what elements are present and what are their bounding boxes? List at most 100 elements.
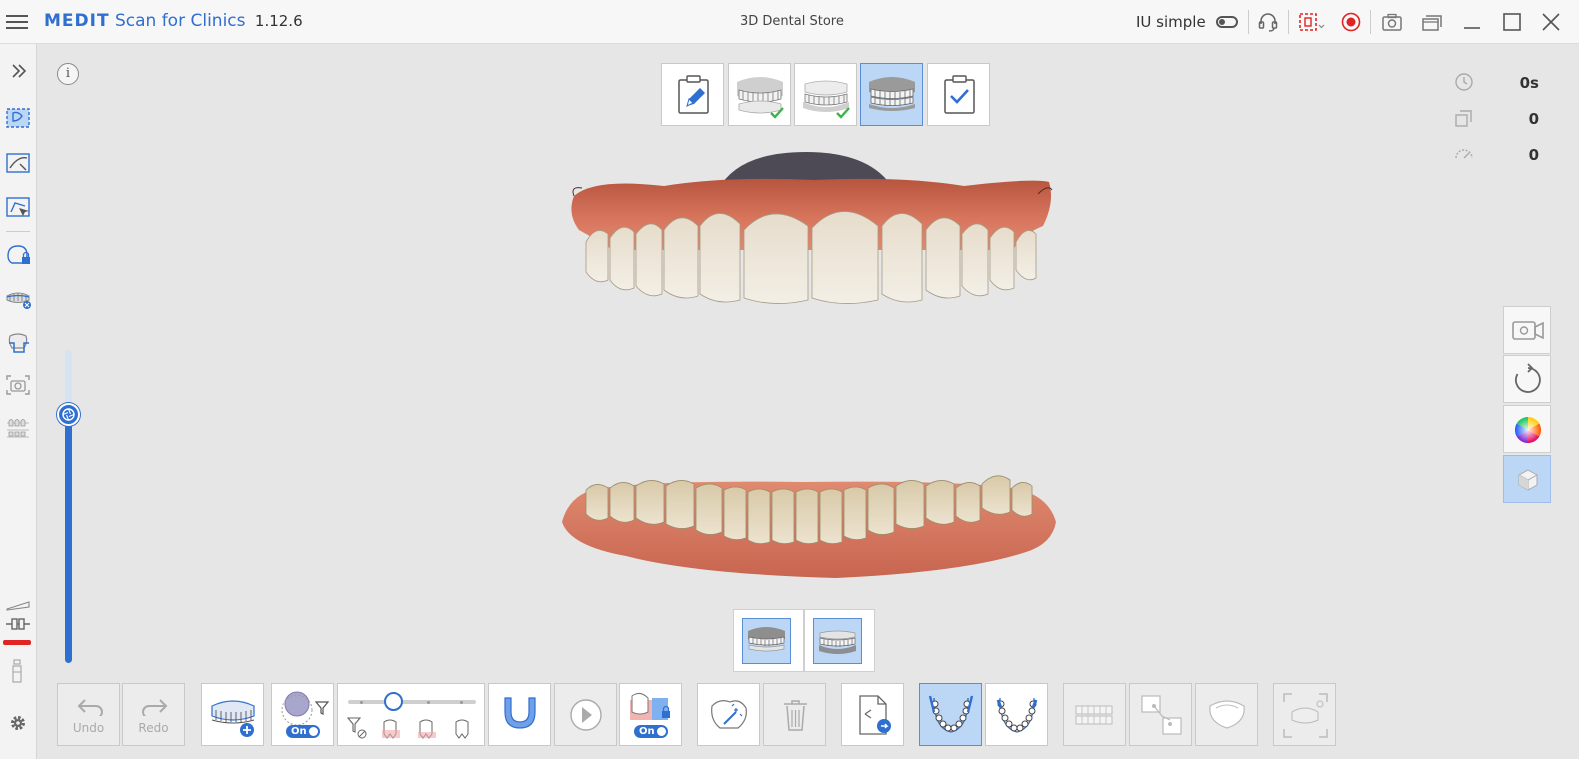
expand-sidebar-icon[interactable] [4, 58, 32, 84]
undo-arrow-icon [77, 699, 103, 716]
mandible-teeth-icon [803, 80, 850, 119]
app-version: 1.12.6 [254, 12, 303, 30]
add-scan-button[interactable] [201, 683, 264, 746]
minimize-icon[interactable] [1461, 12, 1483, 32]
rotate-button[interactable] [1503, 355, 1551, 403]
fit-view-icon [1283, 693, 1328, 738]
color-map-button[interactable] [1503, 405, 1551, 453]
delete-button[interactable] [763, 683, 826, 746]
bite-side-icon [1075, 705, 1113, 725]
margin-tooth-icon[interactable] [4, 330, 32, 356]
export-button[interactable] [841, 683, 904, 746]
hamburger-menu-icon[interactable] [6, 12, 28, 32]
smart-trim-button[interactable] [697, 683, 760, 746]
stage-maxilla[interactable] [728, 63, 791, 126]
bite-align-button[interactable] [1063, 683, 1126, 746]
lock-area-icon[interactable] [4, 242, 32, 268]
filter-level-icons [346, 717, 469, 739]
segment-upper-button[interactable] [733, 609, 804, 672]
lower-arch-icon [819, 630, 856, 654]
photo-capture-icon[interactable] [4, 372, 32, 398]
point-align-button[interactable] [1129, 683, 1192, 746]
close-icon[interactable] [1540, 12, 1562, 32]
screen-capture-area-icon[interactable] [1298, 12, 1326, 32]
mode-toggle[interactable] [1216, 16, 1238, 28]
stage-mandible[interactable] [794, 63, 857, 126]
undo-button[interactable]: Undo [57, 683, 120, 746]
filter-on-toggle[interactable]: On [286, 725, 320, 738]
play-icon [570, 699, 602, 731]
stage-occlusion[interactable] [860, 63, 923, 126]
upper-arch-icon [748, 627, 785, 652]
clipboard-check-icon [944, 75, 975, 114]
filter-level-knob[interactable] [384, 692, 403, 711]
bite-view-button[interactable] [1195, 683, 1258, 746]
add-teeth-icon [211, 700, 255, 737]
speed-value: 0 [1528, 146, 1539, 164]
tray-button[interactable] [488, 683, 551, 746]
slider-tick [360, 701, 363, 704]
scan-time-value: 0s [1519, 74, 1539, 92]
point-align-icon [1141, 695, 1182, 735]
teeth-reset-icon[interactable] [4, 286, 32, 312]
settings-gear-icon[interactable] [4, 710, 32, 736]
divider [1248, 10, 1249, 34]
redo-arrow-icon [142, 699, 168, 716]
connection-icon[interactable] [4, 614, 32, 640]
clipboard-edit-icon [678, 75, 709, 114]
title-bar: MEDIT Scan for Clinics 1.12.6 3D Dental … [0, 0, 1579, 44]
maximize-icon[interactable] [1501, 12, 1523, 32]
filter-level-track[interactable] [348, 700, 476, 704]
segment-lower-button[interactable] [804, 609, 875, 672]
arch-teeth-icon [928, 695, 974, 733]
segment-upper-thumb [742, 618, 791, 664]
arch-teeth-alt-icon [996, 697, 1038, 733]
camera-icon[interactable] [1381, 12, 1403, 32]
lower-jaw-scan[interactable] [556, 470, 1062, 580]
tray-icon [504, 697, 536, 729]
redo-button[interactable]: Redo [122, 683, 185, 746]
divider [1370, 10, 1371, 34]
scanner-status-bar [3, 640, 31, 645]
fit-view-button[interactable] [1273, 683, 1336, 746]
scan-depth-slider-fill [65, 414, 72, 663]
windows-icon[interactable] [1421, 12, 1443, 32]
lasso-trim-icon[interactable] [4, 150, 32, 176]
area-select-icon[interactable] [4, 105, 32, 131]
stage-review[interactable] [927, 63, 990, 126]
lock-teeth-button[interactable]: On [619, 683, 682, 746]
arch-upper-button[interactable] [919, 683, 982, 746]
color-wheel-icon [1514, 416, 1542, 444]
arch-lower-button[interactable] [985, 683, 1048, 746]
scan-depth-slider-knob[interactable] [57, 403, 80, 426]
magic-wand-tooth-icon [711, 700, 747, 729]
dental-store-link[interactable]: 3D Dental Store [740, 14, 844, 29]
shots-count-value: 0 [1528, 110, 1539, 128]
slider-tick [460, 701, 463, 704]
screen-record-icon[interactable] [1340, 12, 1362, 32]
stage-order-form[interactable] [661, 63, 724, 126]
bite-top-icon [1209, 700, 1245, 729]
filter-button[interactable]: On [271, 683, 334, 746]
info-button[interactable]: i [57, 63, 79, 85]
lock-on-toggle[interactable]: On [634, 725, 668, 738]
brand-name: MEDIT [44, 11, 110, 31]
upper-jaw-scan[interactable] [568, 150, 1058, 310]
view-cube-button[interactable] [1503, 455, 1551, 503]
polygon-trim-icon[interactable] [4, 194, 32, 220]
undo-label: Undo [72, 721, 105, 735]
rotate-icon [1515, 363, 1541, 393]
shots-icon [1455, 110, 1472, 127]
speed-icon [1455, 149, 1473, 159]
video-camera-button[interactable] [1503, 306, 1551, 354]
maxilla-teeth-icon [737, 77, 784, 119]
app-title: MEDIT Scan for Clinics 1.12.6 [44, 11, 303, 31]
tooth-library-icon[interactable] [4, 416, 32, 442]
mode-label: IU simple [1136, 13, 1206, 31]
spray-bottle-icon[interactable] [4, 658, 32, 684]
funnel-icon [346, 717, 362, 733]
play-button[interactable] [554, 683, 617, 746]
cube-icon [1518, 469, 1538, 491]
product-name: Scan for Clinics [114, 11, 246, 31]
headset-support-icon[interactable] [1257, 12, 1279, 32]
